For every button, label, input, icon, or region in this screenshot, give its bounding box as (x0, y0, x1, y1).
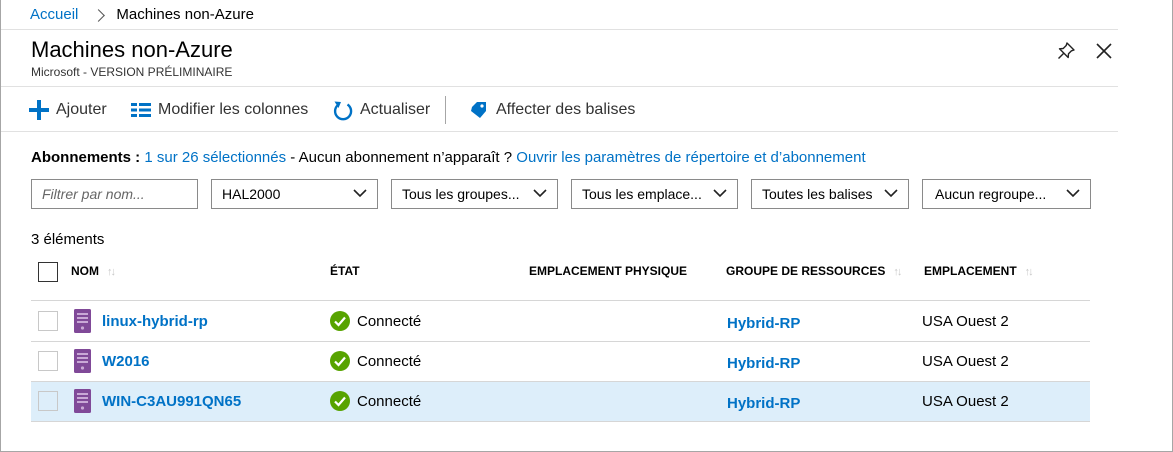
chevron-down-icon (713, 189, 727, 198)
refresh-button[interactable]: Actualiser (332, 87, 430, 133)
close-icon[interactable] (1093, 40, 1115, 62)
breadcrumb-home-link[interactable]: Accueil (30, 6, 78, 23)
column-header-physical-location: EMPLACEMENT PHYSIQUE (529, 264, 687, 278)
column-state-label: ÉTAT (330, 264, 360, 278)
filter-name-input[interactable]: Filtrer par nom... (31, 179, 198, 209)
chevron-down-icon (353, 189, 367, 198)
column-header-state: ÉTAT (330, 264, 360, 278)
select-all-checkbox[interactable] (38, 262, 58, 282)
page-title: Machines non-Azure (31, 37, 233, 62)
machine-name-link[interactable]: linux-hybrid-rp (102, 313, 208, 330)
row-checkbox[interactable] (38, 351, 58, 371)
server-icon (74, 389, 91, 413)
grouping-dropdown-value: Aucun regroupe... (935, 186, 1047, 202)
pin-icon[interactable] (1055, 40, 1077, 62)
edit-columns-label: Modifier les colonnes (158, 101, 309, 118)
subscription-dropdown-value: HAL2000 (222, 186, 281, 202)
tags-dropdown[interactable]: Toutes les balises (751, 179, 909, 209)
subscription-dropdown[interactable]: HAL2000 (211, 179, 378, 209)
resource-groups-dropdown[interactable]: Tous les groupes... (391, 179, 558, 209)
toolbar-divider (445, 96, 446, 124)
column-location-label: EMPLACEMENT (924, 264, 1017, 278)
check-circle-icon (330, 351, 350, 371)
machine-location: USA Ouest 2 (922, 313, 1009, 330)
resource-group-link[interactable]: Hybrid-RP (727, 395, 800, 412)
resource-group-link[interactable]: Hybrid-RP (727, 315, 800, 332)
assign-tags-button[interactable]: Affecter des balises (469, 87, 635, 133)
check-circle-icon (330, 311, 350, 331)
page-subtitle: Microsoft - VERSION PRÉLIMINAIRE (31, 65, 233, 79)
subscriptions-line: Abonnements : 1 sur 26 sélectionnés - Au… (31, 149, 866, 166)
columns-icon (131, 103, 151, 117)
machine-name-link[interactable]: WIN-C3AU991QN65 (102, 393, 241, 410)
table-row[interactable]: W2016 Connecté Hybrid-RP USA Ouest 2 (31, 342, 1090, 382)
breadcrumb-current: Machines non-Azure (116, 6, 254, 23)
tag-icon (471, 102, 486, 118)
machine-location: USA Ouest 2 (922, 393, 1009, 410)
column-physical-location-label: EMPLACEMENT PHYSIQUE (529, 264, 688, 278)
check-circle-icon (330, 391, 350, 411)
column-header-name[interactable]: NOM ↑↓ (71, 264, 116, 278)
blade-frame: Accueil Machines non-Azure Machines non-… (0, 0, 1173, 452)
table-header: NOM ↑↓ ÉTAT EMPLACEMENT PHYSIQUE GROUPE D… (31, 254, 1090, 301)
sort-icon: ↑↓ (1024, 266, 1034, 278)
table-row[interactable]: WIN-C3AU991QN65 Connecté Hybrid-RP USA O… (31, 382, 1090, 422)
sort-icon: ↑↓ (107, 266, 116, 278)
machine-state: Connecté (357, 393, 422, 410)
edit-columns-button[interactable]: Modifier les colonnes (131, 87, 308, 133)
resource-groups-dropdown-value: Tous les groupes... (402, 186, 520, 202)
row-checkbox[interactable] (38, 391, 58, 411)
item-count: 3 éléments (31, 231, 105, 248)
subscriptions-label: Abonnements : (31, 149, 141, 166)
filter-name-placeholder: Filtrer par nom... (42, 186, 145, 202)
locations-dropdown[interactable]: Tous les emplace... (571, 179, 738, 209)
column-header-location[interactable]: EMPLACEMENT ↑↓ (924, 264, 1034, 278)
sort-icon: ↑↓ (893, 266, 902, 278)
breadcrumb: Accueil Machines non-Azure (1, 0, 1118, 30)
row-checkbox[interactable] (38, 311, 58, 331)
machine-state: Connecté (357, 353, 422, 370)
locations-dropdown-value: Tous les emplace... (582, 186, 702, 202)
server-icon (74, 309, 91, 333)
column-resource-group-label: GROUPE DE RESSOURCES (726, 264, 886, 278)
refresh-label: Actualiser (360, 101, 431, 118)
assign-tags-label: Affecter des balises (496, 101, 636, 118)
server-icon (74, 349, 91, 373)
column-name-label: NOM (71, 264, 99, 278)
machine-name-link[interactable]: W2016 (102, 353, 150, 370)
grouping-dropdown[interactable]: Aucun regroupe... (922, 179, 1091, 209)
refresh-icon (333, 101, 353, 120)
add-button[interactable]: Ajouter (29, 87, 107, 133)
chevron-down-icon (884, 189, 898, 198)
directory-settings-link[interactable]: Ouvrir les paramètres de répertoire et d… (516, 149, 865, 166)
chevron-right-icon (92, 8, 106, 22)
resource-group-link[interactable]: Hybrid-RP (727, 355, 800, 372)
subscriptions-text: - Aucun abonnement n’apparaît ? (286, 149, 517, 166)
subscriptions-selected-link[interactable]: 1 sur 26 sélectionnés (144, 149, 286, 166)
machine-state: Connecté (357, 313, 422, 330)
machine-location: USA Ouest 2 (922, 353, 1009, 370)
command-bar: Ajouter Modifier les colonnes Actualiser (1, 86, 1118, 132)
tags-dropdown-value: Toutes les balises (762, 186, 873, 202)
plus-icon (29, 100, 49, 120)
add-button-label: Ajouter (56, 101, 107, 118)
table-row[interactable]: linux-hybrid-rp Connecté Hybrid-RP USA O… (31, 302, 1090, 342)
column-header-resource-group[interactable]: GROUPE DE RESSOURCES ↑↓ (726, 264, 902, 278)
chevron-down-icon (533, 189, 547, 198)
chevron-down-icon (1066, 189, 1080, 198)
